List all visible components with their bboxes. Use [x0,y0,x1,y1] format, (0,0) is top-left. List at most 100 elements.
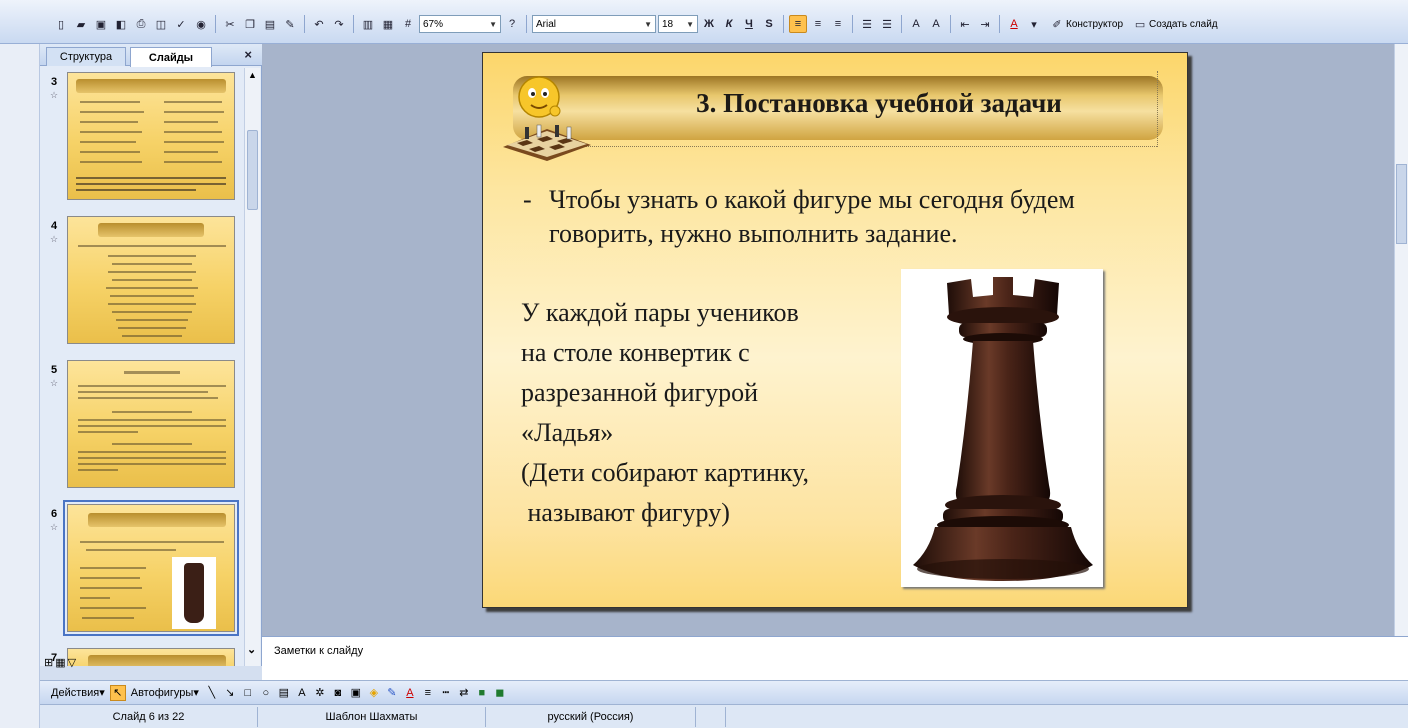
thumbnail-item[interactable]: 5 ☆ [40,358,244,498]
select-pointer-icon[interactable]: ↖ [109,684,126,701]
spelling-icon[interactable]: ✓ [172,15,190,33]
sorter-view-icon[interactable]: ▦ [55,656,65,672]
zoom-combo[interactable]: 67% ▼ [419,15,501,33]
scrollbar-thumb[interactable] [247,130,258,210]
bold-button[interactable]: Ж [700,15,718,33]
textbox-icon[interactable]: ▤ [276,685,292,701]
separator [783,15,784,33]
slide-scrollbar[interactable] [1394,44,1408,636]
animation-star-icon: ☆ [50,378,59,388]
shadow-style-icon[interactable]: ■ [474,685,490,701]
slide-thumbnail[interactable] [67,360,235,488]
slide-thumbnail[interactable] [67,216,235,344]
insert-table-icon[interactable]: ▦ [379,15,397,33]
rectangle-icon[interactable]: □ [240,685,256,701]
diagram-icon[interactable]: ✲ [312,685,328,701]
increase-indent-icon[interactable]: ⇥ [976,15,994,33]
permission-icon[interactable]: ◧ [112,15,130,33]
paste-icon[interactable]: ▤ [261,15,279,33]
close-icon[interactable]: × [244,47,252,62]
shadow-button[interactable]: S [760,15,778,33]
slideshow-view-icon[interactable]: ▽ [68,656,76,672]
scroll-down-icon[interactable]: ⌄ [247,643,256,656]
chevron-down-icon: ▼ [489,19,497,29]
font-size-combo[interactable]: 18 ▼ [658,15,698,33]
line-color-icon[interactable]: ✎ [384,685,400,701]
thumbnail-item[interactable]: 4 ☆ [40,214,244,354]
slide-title[interactable]: 3. Постановка учебной задачи [619,88,1139,119]
autoshapes-menu[interactable]: Автофигуры ▾ [128,684,202,702]
help-icon[interactable]: ? [503,15,521,33]
format-painter-icon[interactable]: ✎ [281,15,299,33]
line-icon[interactable]: ╲ [204,685,220,701]
fill-color-icon[interactable]: ◈ [366,685,382,701]
italic-button[interactable]: К [720,15,738,33]
notes-pane[interactable]: Заметки к слайду [262,636,1408,680]
normal-view-icon[interactable]: ⊞ [44,656,53,672]
align-center-icon[interactable]: ≡ [809,15,827,33]
thumbnail-item[interactable]: 3 ☆ [40,72,244,212]
font-name-combo[interactable]: Arial ▼ [532,15,656,33]
align-left-icon[interactable]: ≡ [789,15,807,33]
autoshapes-label: Автофигуры [130,686,194,699]
wordart-icon[interactable]: A [294,685,310,701]
separator [999,15,1000,33]
align-right-icon[interactable]: ≡ [829,15,847,33]
rook-image[interactable] [901,269,1103,587]
new-file-icon[interactable]: ▯ [52,15,70,33]
tab-outline[interactable]: Структура [46,47,126,66]
arrow-icon[interactable]: ↘ [222,685,238,701]
status-bar: Слайд 6 из 22 Шаблон Шахматы русский (Ро… [40,704,1408,728]
cut-icon[interactable]: ✂ [221,15,239,33]
separator [852,15,853,33]
bullet-text: Чтобы узнать о какой фигуре мы сегодня б… [549,185,1075,248]
clipart-icon[interactable]: ◙ [330,685,346,701]
research-icon[interactable]: ◉ [192,15,210,33]
status-empty [696,706,726,727]
open-folder-icon[interactable]: ▰ [72,15,90,33]
bullet-paragraph[interactable]: - Чтобы узнать о какой фигуре мы сегодня… [523,183,1143,251]
scroll-up-icon[interactable]: ▲ [248,70,257,80]
oval-icon[interactable]: ○ [258,685,274,701]
designer-button[interactable]: ✐ Конструктор [1045,15,1126,33]
notes-placeholder[interactable]: Заметки к слайду [274,645,363,657]
bulleted-list-icon[interactable]: ☰ [878,15,896,33]
scrollbar-thumb[interactable] [1396,164,1407,244]
thumbnail-number: 4 [51,220,58,232]
numbered-list-icon[interactable]: ☰ [858,15,876,33]
decrease-indent-icon[interactable]: ⇤ [956,15,974,33]
copy-icon[interactable]: ❐ [241,15,259,33]
font-color-icon[interactable]: A [1005,15,1023,33]
tab-slides[interactable]: Слайды [130,47,212,67]
thumbnail-scrollbar[interactable]: ▲ ⌄ [244,68,260,666]
thumbnail-item-selected[interactable]: 6 ☆ [40,500,244,640]
separator [901,15,902,33]
font-color-icon[interactable]: A [402,685,418,701]
redo-icon[interactable]: ↷ [330,15,348,33]
dash-style-icon[interactable]: ┅ [438,685,454,701]
grid-icon[interactable]: # [399,15,417,33]
rook-piece-icon [913,277,1093,581]
actions-label: Действия [51,686,100,699]
slide[interactable]: 3. Постановка учебной задачи - Чтобы узн… [482,52,1188,608]
body-text[interactable]: У каждой пары учеников на столе конверти… [521,293,901,533]
print-icon[interactable]: ⎙ [132,15,150,33]
save-icon[interactable]: ▣ [92,15,110,33]
slide-thumbnail[interactable] [67,72,235,200]
decrease-font-icon[interactable]: A [927,15,945,33]
slide-thumbnail[interactable] [63,500,239,636]
undo-icon[interactable]: ↶ [310,15,328,33]
actions-menu[interactable]: Действия ▾ [48,684,108,702]
toolbar-row: ▯ ▰ ▣ ◧ ⎙ ◫ ✓ ◉ ✂ ❐ ▤ ✎ ↶ ↷ ▥ ▦ # 67% ▼ … [52,12,1221,36]
increase-font-icon[interactable]: A [907,15,925,33]
picture-icon[interactable]: ▣ [348,685,364,701]
insert-chart-icon[interactable]: ▥ [359,15,377,33]
chevron-down-icon[interactable]: ▾ [1025,15,1043,33]
new-slide-button[interactable]: ▭ Создать слайд [1128,15,1221,33]
3d-style-icon[interactable]: ◼ [492,685,508,701]
thumbnail-title-band [76,79,226,93]
underline-button[interactable]: Ч [740,15,758,33]
print-preview-icon[interactable]: ◫ [152,15,170,33]
arrow-style-icon[interactable]: ⇄ [456,685,472,701]
line-style-icon[interactable]: ≡ [420,685,436,701]
